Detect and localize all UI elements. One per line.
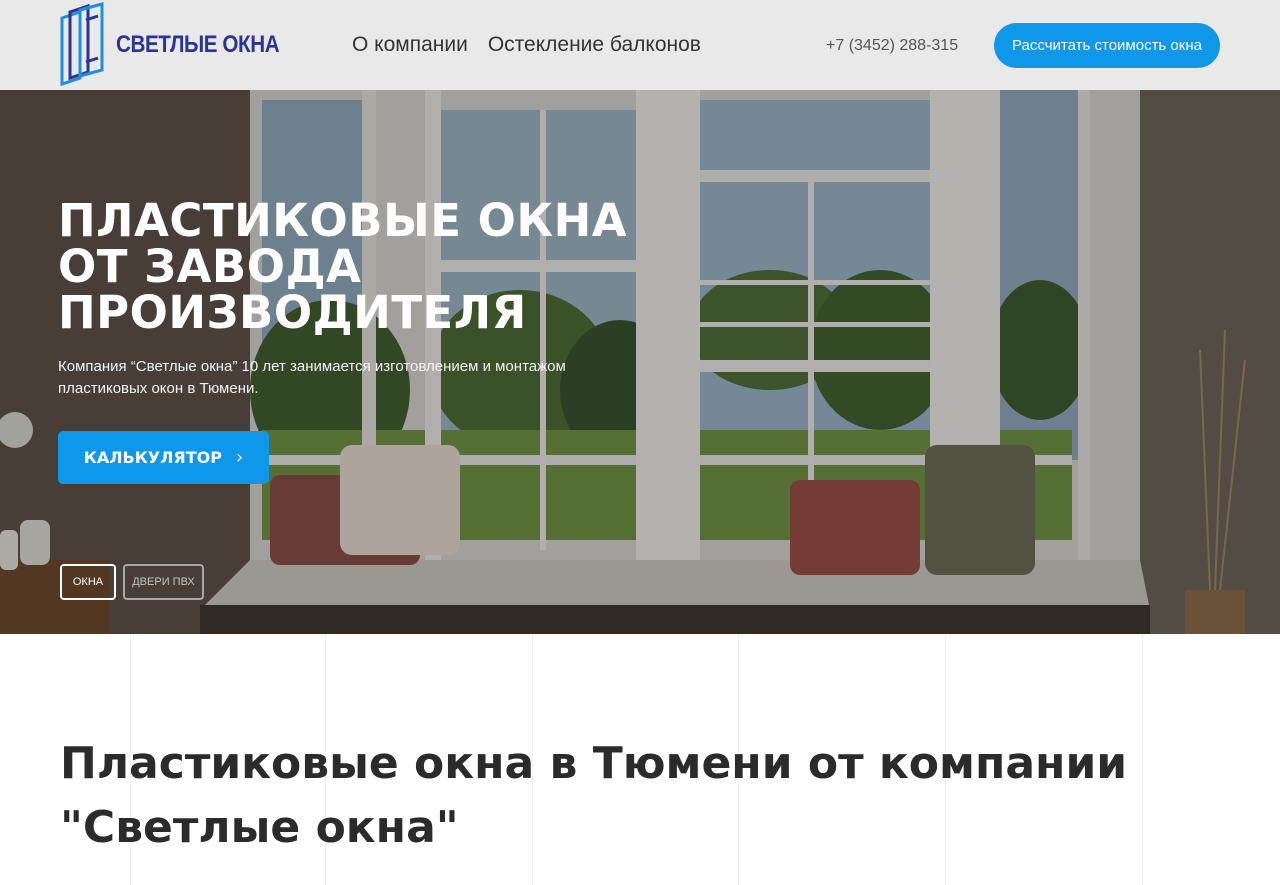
nav-link-balcony-glazing[interactable]: Остекление балконов [488,33,701,57]
hero-title: ПЛАСТИКОВЫЕ ОКНА ОТ ЗАВОДА ПРОИЗВОДИТЕЛЯ [58,198,678,336]
logo-text: СВЕТЛЫЕ ОКНА [116,31,280,58]
tab-windows[interactable]: ОКНА [60,564,116,600]
calculator-button-label: КАЛЬКУЛЯТОР [83,448,222,467]
hero-title-line-2: ОТ ЗАВОДА [58,240,362,293]
tab-pvc-doors[interactable]: ДВЕРИ ПВХ [123,564,204,600]
window-logo-icon [60,2,104,87]
nav-link-about[interactable]: О компании [352,33,468,57]
calculate-cost-button[interactable]: Рассчитать стоимость окна [994,23,1220,68]
chevron-right-icon: › [236,447,244,468]
hero-section: ПЛАСТИКОВЫЕ ОКНА ОТ ЗАВОДА ПРОИЗВОДИТЕЛЯ… [0,90,1280,634]
site-header: СВЕТЛЫЕ ОКНА О компании Остекление балко… [0,0,1280,90]
logo[interactable]: СВЕТЛЫЕ ОКНА [58,0,306,90]
hero-title-line-1: ПЛАСТИКОВЫЕ ОКНА [58,194,628,247]
intro-section: Пластиковые окна в Тюмени от компании "С… [0,634,1280,885]
phone-number[interactable]: +7 (3452) 288-315 [826,37,958,55]
section-title: Пластиковые окна в Тюмени от компании "С… [60,738,1128,853]
hero-subtitle: Компания “Светлые окна” 10 лет занимаетс… [58,358,566,397]
calculator-button[interactable]: КАЛЬКУЛЯТОР › [58,431,269,484]
hero-title-line-3: ПРОИЗВОДИТЕЛЯ [58,286,527,339]
main-nav: О компании Остекление балконов [352,33,701,57]
